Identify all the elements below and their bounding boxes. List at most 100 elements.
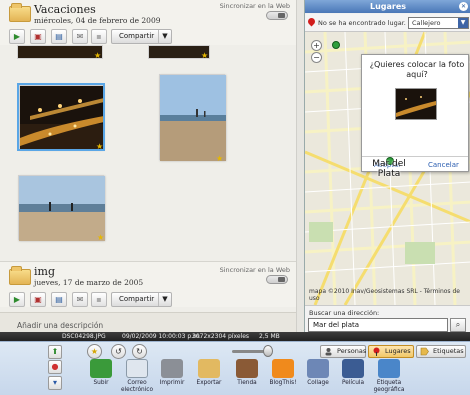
map-view[interactable]: + − ¿Quieres colocar la foto aquí? Acept… [305, 32, 470, 305]
star-icon[interactable]: ★ [87, 344, 102, 359]
geotag-button[interactable]: Etiqueta geográfica [372, 359, 406, 393]
slideshow-icon[interactable]: ▣ [30, 29, 46, 44]
zoom-out-icon[interactable]: − [311, 52, 322, 63]
share-label: Compartir [119, 295, 155, 303]
geotag-icon [378, 359, 400, 378]
email-icon[interactable]: ✉ [72, 29, 88, 44]
photo-datetime: 09/02/2009 10:00:03 p.m. [122, 333, 201, 340]
album-title[interactable]: Vacaciones [34, 3, 96, 16]
photo-thumbnail[interactable] [18, 175, 105, 241]
sync-label: Sincronizar en la Web [219, 2, 290, 10]
sync-toggle[interactable] [266, 275, 288, 284]
clear-icon[interactable]: ● [48, 360, 62, 374]
slideshow-icon[interactable]: ▣ [30, 292, 46, 307]
photo-library: Vacaciones miércoles, 04 de febrero de 2… [0, 0, 304, 338]
not-found-text: No se ha encontrado lugar. [318, 19, 406, 27]
rotate-left-icon[interactable]: ↺ [111, 344, 126, 359]
upload-label: Subir [93, 380, 109, 386]
star-icon: ★ [97, 233, 105, 242]
places-title: Lugares ✕ [305, 0, 470, 13]
folder-export-icon [198, 359, 220, 378]
export-button[interactable]: Exportar [192, 359, 226, 387]
upload-icon [90, 359, 112, 378]
map-pin-icon[interactable] [332, 41, 340, 49]
folder-icon [9, 266, 31, 285]
zoom-slider-knob[interactable] [263, 345, 273, 357]
tab-people[interactable]: Personas [320, 345, 366, 358]
cancel-button[interactable]: Cancelar [428, 161, 459, 169]
person-icon [325, 348, 332, 356]
upload-button[interactable]: Subir [84, 359, 118, 387]
shop-button[interactable]: Tienda [230, 359, 264, 387]
blogthis-label: BlogThis! [269, 380, 297, 386]
geotag-label: Etiqueta geográfica [373, 380, 405, 393]
export-label: Exportar [196, 380, 222, 386]
share-button[interactable]: Compartir ▼ [111, 292, 172, 307]
edit-icon[interactable]: ▤ [51, 29, 67, 44]
night-city-photo [20, 86, 104, 150]
red-pin-icon [306, 16, 317, 27]
location-status-row: No se ha encontrado lugar. Callejero ▼ [305, 14, 470, 32]
album-title[interactable]: img [34, 265, 55, 278]
places-title-text: Lugares [369, 2, 407, 11]
add-to-album-icon[interactable]: ▾ [48, 376, 62, 390]
star-icon: ★ [94, 51, 102, 60]
search-icon[interactable]: ⌕ [450, 318, 466, 332]
map-type-value: Callejero [412, 19, 441, 27]
collage-button[interactable]: Collage [301, 359, 335, 387]
star-icon: ★ [201, 51, 209, 60]
sync-toggle[interactable] [266, 11, 288, 20]
photo-thumbnail-selected[interactable] [17, 83, 105, 151]
address-input[interactable]: Mar del plata [308, 318, 448, 332]
photo-dimensions: 3072x2304 píxeles [192, 333, 250, 340]
share-label: Compartir [119, 32, 155, 40]
play-slideshow-icon[interactable]: ▶ [9, 29, 25, 44]
photo-thumbnail[interactable] [159, 74, 226, 161]
map-type-select[interactable]: Callejero ▼ [408, 17, 469, 29]
blogthis-button[interactable]: BlogThis! [266, 359, 300, 387]
popup-photo [395, 88, 437, 120]
places-panel: Lugares ✕ No se ha encontrado lugar. Cal… [304, 0, 470, 338]
print-button[interactable]: Imprimir [155, 359, 189, 387]
shop-icon [236, 359, 258, 378]
album-date[interactable]: miércoles, 04 de febrero de 2009 [34, 16, 161, 25]
address-label: Buscar una dirección: [309, 309, 380, 317]
rotate-right-icon[interactable]: ↻ [132, 344, 147, 359]
play-slideshow-icon[interactable]: ▶ [9, 292, 25, 307]
photo-thumbnail[interactable] [17, 45, 103, 59]
edit-icon[interactable]: ▤ [51, 292, 67, 307]
tab-tags-label: Etiquetas [433, 347, 464, 355]
collage-icon [307, 359, 329, 378]
description-placeholder[interactable]: Añadir una descripción [17, 321, 103, 330]
star-icon: ★ [96, 142, 104, 151]
city-label: Mar del Plata [372, 159, 406, 179]
print-label: Imprimir [159, 380, 185, 386]
hold-icon[interactable]: ⬆ [48, 345, 62, 359]
movie-label: Película [341, 380, 365, 386]
save-icon[interactable]: ▪ [91, 292, 107, 307]
movie-button[interactable]: Película [336, 359, 370, 387]
tab-people-label: Personas [337, 347, 367, 355]
close-icon[interactable]: ✕ [459, 2, 468, 11]
zoom-in-icon[interactable]: + [311, 40, 322, 51]
email-button[interactable]: Correo electrónico [120, 359, 154, 393]
tab-places-label: Lugares [385, 347, 411, 355]
chevron-down-icon[interactable]: ▼ [158, 293, 171, 306]
chevron-down-icon[interactable]: ▼ [458, 18, 468, 28]
email-icon[interactable]: ✉ [72, 292, 88, 307]
album-date[interactable]: jueves, 17 de marzo de 2005 [34, 278, 143, 287]
map-pin-icon [373, 347, 380, 356]
tab-places[interactable]: Lugares [368, 345, 414, 358]
chevron-down-icon[interactable]: ▼ [158, 30, 171, 43]
share-button[interactable]: Compartir ▼ [111, 29, 172, 44]
tab-tags[interactable]: Etiquetas [416, 345, 466, 358]
tag-icon [420, 347, 429, 356]
save-icon[interactable]: ▪ [91, 29, 107, 44]
sync-label: Sincronizar en la Web [219, 266, 290, 274]
printer-icon [161, 359, 183, 378]
scrollbar[interactable] [296, 0, 304, 338]
bottom-tray: ⬆ ● ▾ ★ ↺ ↻ Personas Lugares Etiquetas S… [0, 341, 470, 395]
movie-icon [342, 359, 364, 378]
beach-photo [160, 75, 226, 161]
filename: DSC04298.JPG [62, 333, 106, 340]
